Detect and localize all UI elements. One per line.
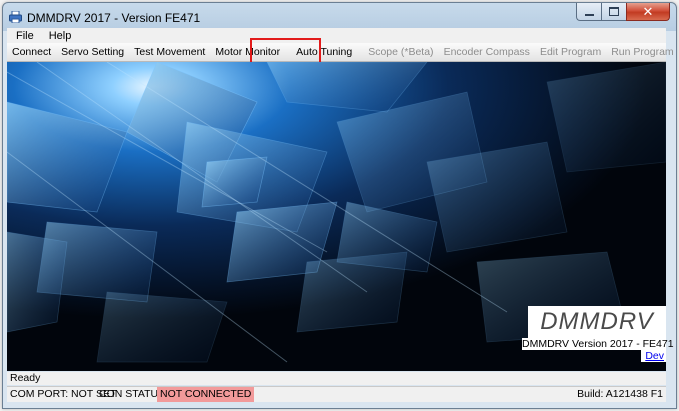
app-printer-icon: [9, 11, 22, 23]
title-bar[interactable]: DMMDRV 2017 - Version FE471 ✕: [3, 3, 676, 30]
maximize-button[interactable]: [601, 3, 626, 21]
toolbar-test-movement[interactable]: Test Movement: [129, 46, 210, 58]
toolbar-scope-beta[interactable]: Scope (*Beta): [363, 46, 438, 58]
con-status-badge: NOT CONNECTED: [157, 387, 255, 402]
close-button[interactable]: ✕: [626, 3, 670, 21]
maximize-icon: [609, 7, 619, 16]
toolbar-connect[interactable]: Connect: [7, 46, 56, 58]
version-label: DMMDRV Version 2017 - FE471: [522, 338, 674, 350]
window-controls: ✕: [576, 3, 670, 22]
dmmdrv-logo: DMMDRV: [528, 306, 666, 338]
build-label: Build: A121438 F1: [577, 388, 663, 400]
toolbar-edit-program[interactable]: Edit Program: [535, 46, 606, 58]
dev-link[interactable]: Dev: [641, 350, 666, 362]
toolbar-run-program[interactable]: Run Program: [606, 46, 678, 58]
menu-help[interactable]: Help: [43, 30, 78, 42]
close-icon: ✕: [642, 3, 654, 19]
status-bar: COM PORT: NOT SET CON STATUS: NOT CONNEC…: [7, 386, 666, 402]
minimize-icon: [584, 13, 594, 16]
menu-file[interactable]: File: [10, 30, 40, 42]
minimize-button[interactable]: [576, 3, 601, 21]
toolbar: Connect Servo Setting Test Movement Moto…: [7, 43, 674, 62]
toolbar-encoder-compass[interactable]: Encoder Compass: [439, 46, 535, 58]
toolbar-servo-setting[interactable]: Servo Setting: [56, 46, 129, 58]
menu-bar: File Help: [7, 28, 666, 43]
status-ready: Ready: [7, 372, 666, 385]
window-title: DMMDRV 2017 - Version FE471: [27, 11, 201, 25]
